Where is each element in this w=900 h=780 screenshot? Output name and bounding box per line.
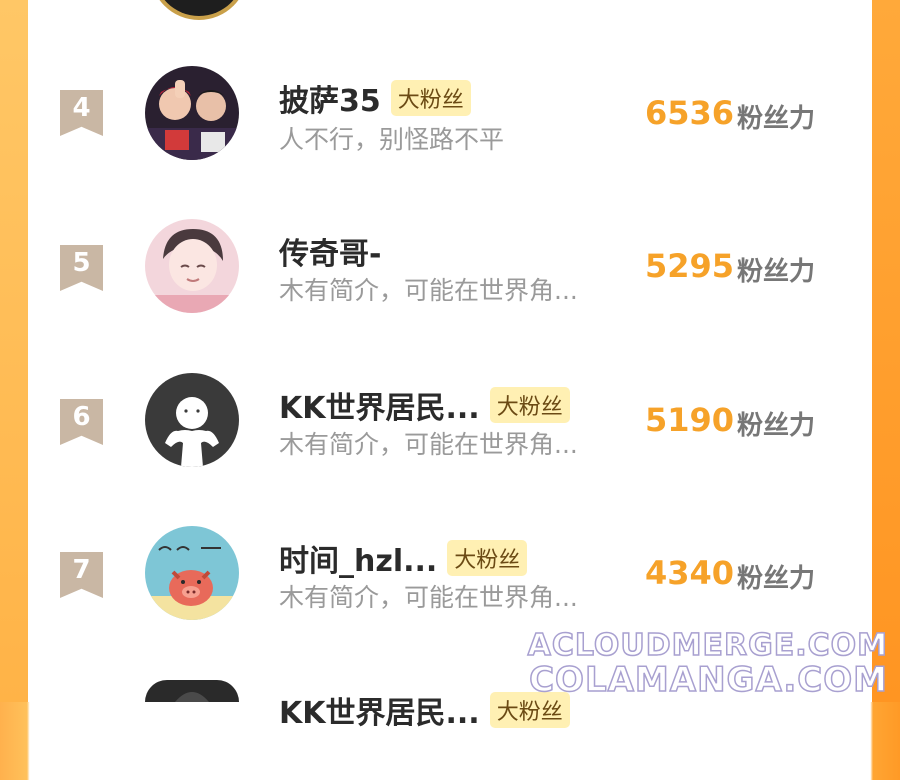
default-avatar-icon[interactable] — [145, 373, 239, 467]
fan-power-label: 粉丝力 — [737, 104, 816, 134]
fan-power-score: 5190 — [645, 401, 735, 439]
avatar[interactable] — [145, 680, 239, 702]
fan-power-score: 4340 — [645, 554, 735, 592]
super-fan-badge: 大粉丝 — [390, 80, 471, 116]
user-bio: 木有简介，可能在世界角... — [279, 430, 578, 459]
user-bio: 木有简介，可能在世界角... — [279, 276, 578, 305]
user-name[interactable]: 披萨35 大粉丝 — [279, 76, 471, 120]
user-name[interactable]: 时间_hzl... 大粉丝 — [279, 536, 528, 580]
avatar[interactable] — [145, 219, 239, 313]
fan-power-score: 5295 — [645, 247, 735, 285]
super-fan-badge: 大粉丝 — [447, 540, 528, 576]
rank-badge: 7 — [60, 552, 103, 598]
user-bio: 人不行，别怪路不平 — [279, 125, 505, 154]
user-bio: 木有简介，可能在世界角... — [279, 583, 578, 612]
avatar[interactable] — [145, 526, 239, 620]
avatar[interactable] — [145, 66, 239, 160]
user-name[interactable]: KK世界居民... 大粉丝 — [279, 383, 570, 427]
fan-power-label: 粉丝力 — [737, 411, 816, 441]
user-name[interactable]: KK世界居民... 大粉丝 — [279, 688, 570, 732]
ranking-row[interactable]: 6 KK世界居民... 大粉丝 木有简介，可能在世界角... 5190 粉丝力 — [0, 373, 900, 473]
ranking-row[interactable]: 5 传奇哥- 木有简介，可能在世界角... 5295 粉丝力 — [0, 219, 900, 319]
fan-power-label: 粉丝力 — [737, 257, 816, 287]
watermark-text: ACLOUDMERGE.COM — [527, 627, 888, 664]
super-fan-badge: 大粉丝 — [489, 387, 570, 423]
watermark-text: COLAMANGA.COM — [528, 659, 888, 701]
rank-badge: 5 — [60, 245, 103, 291]
rank-badge: 6 — [60, 399, 103, 445]
fan-power-label: 粉丝力 — [737, 564, 816, 594]
fan-power-score: 6536 — [645, 94, 735, 132]
user-name[interactable]: 传奇哥- — [279, 229, 381, 273]
rank-badge: 4 — [60, 90, 103, 136]
ranking-row[interactable]: 4 披萨35 大粉丝 人不行，别怪路不平 6536 粉丝力 — [0, 66, 900, 166]
ranking-row[interactable]: 7 时间_hzl... 大粉丝 木有简介，可能在世界角... 4340 粉丝力 — [0, 526, 900, 626]
